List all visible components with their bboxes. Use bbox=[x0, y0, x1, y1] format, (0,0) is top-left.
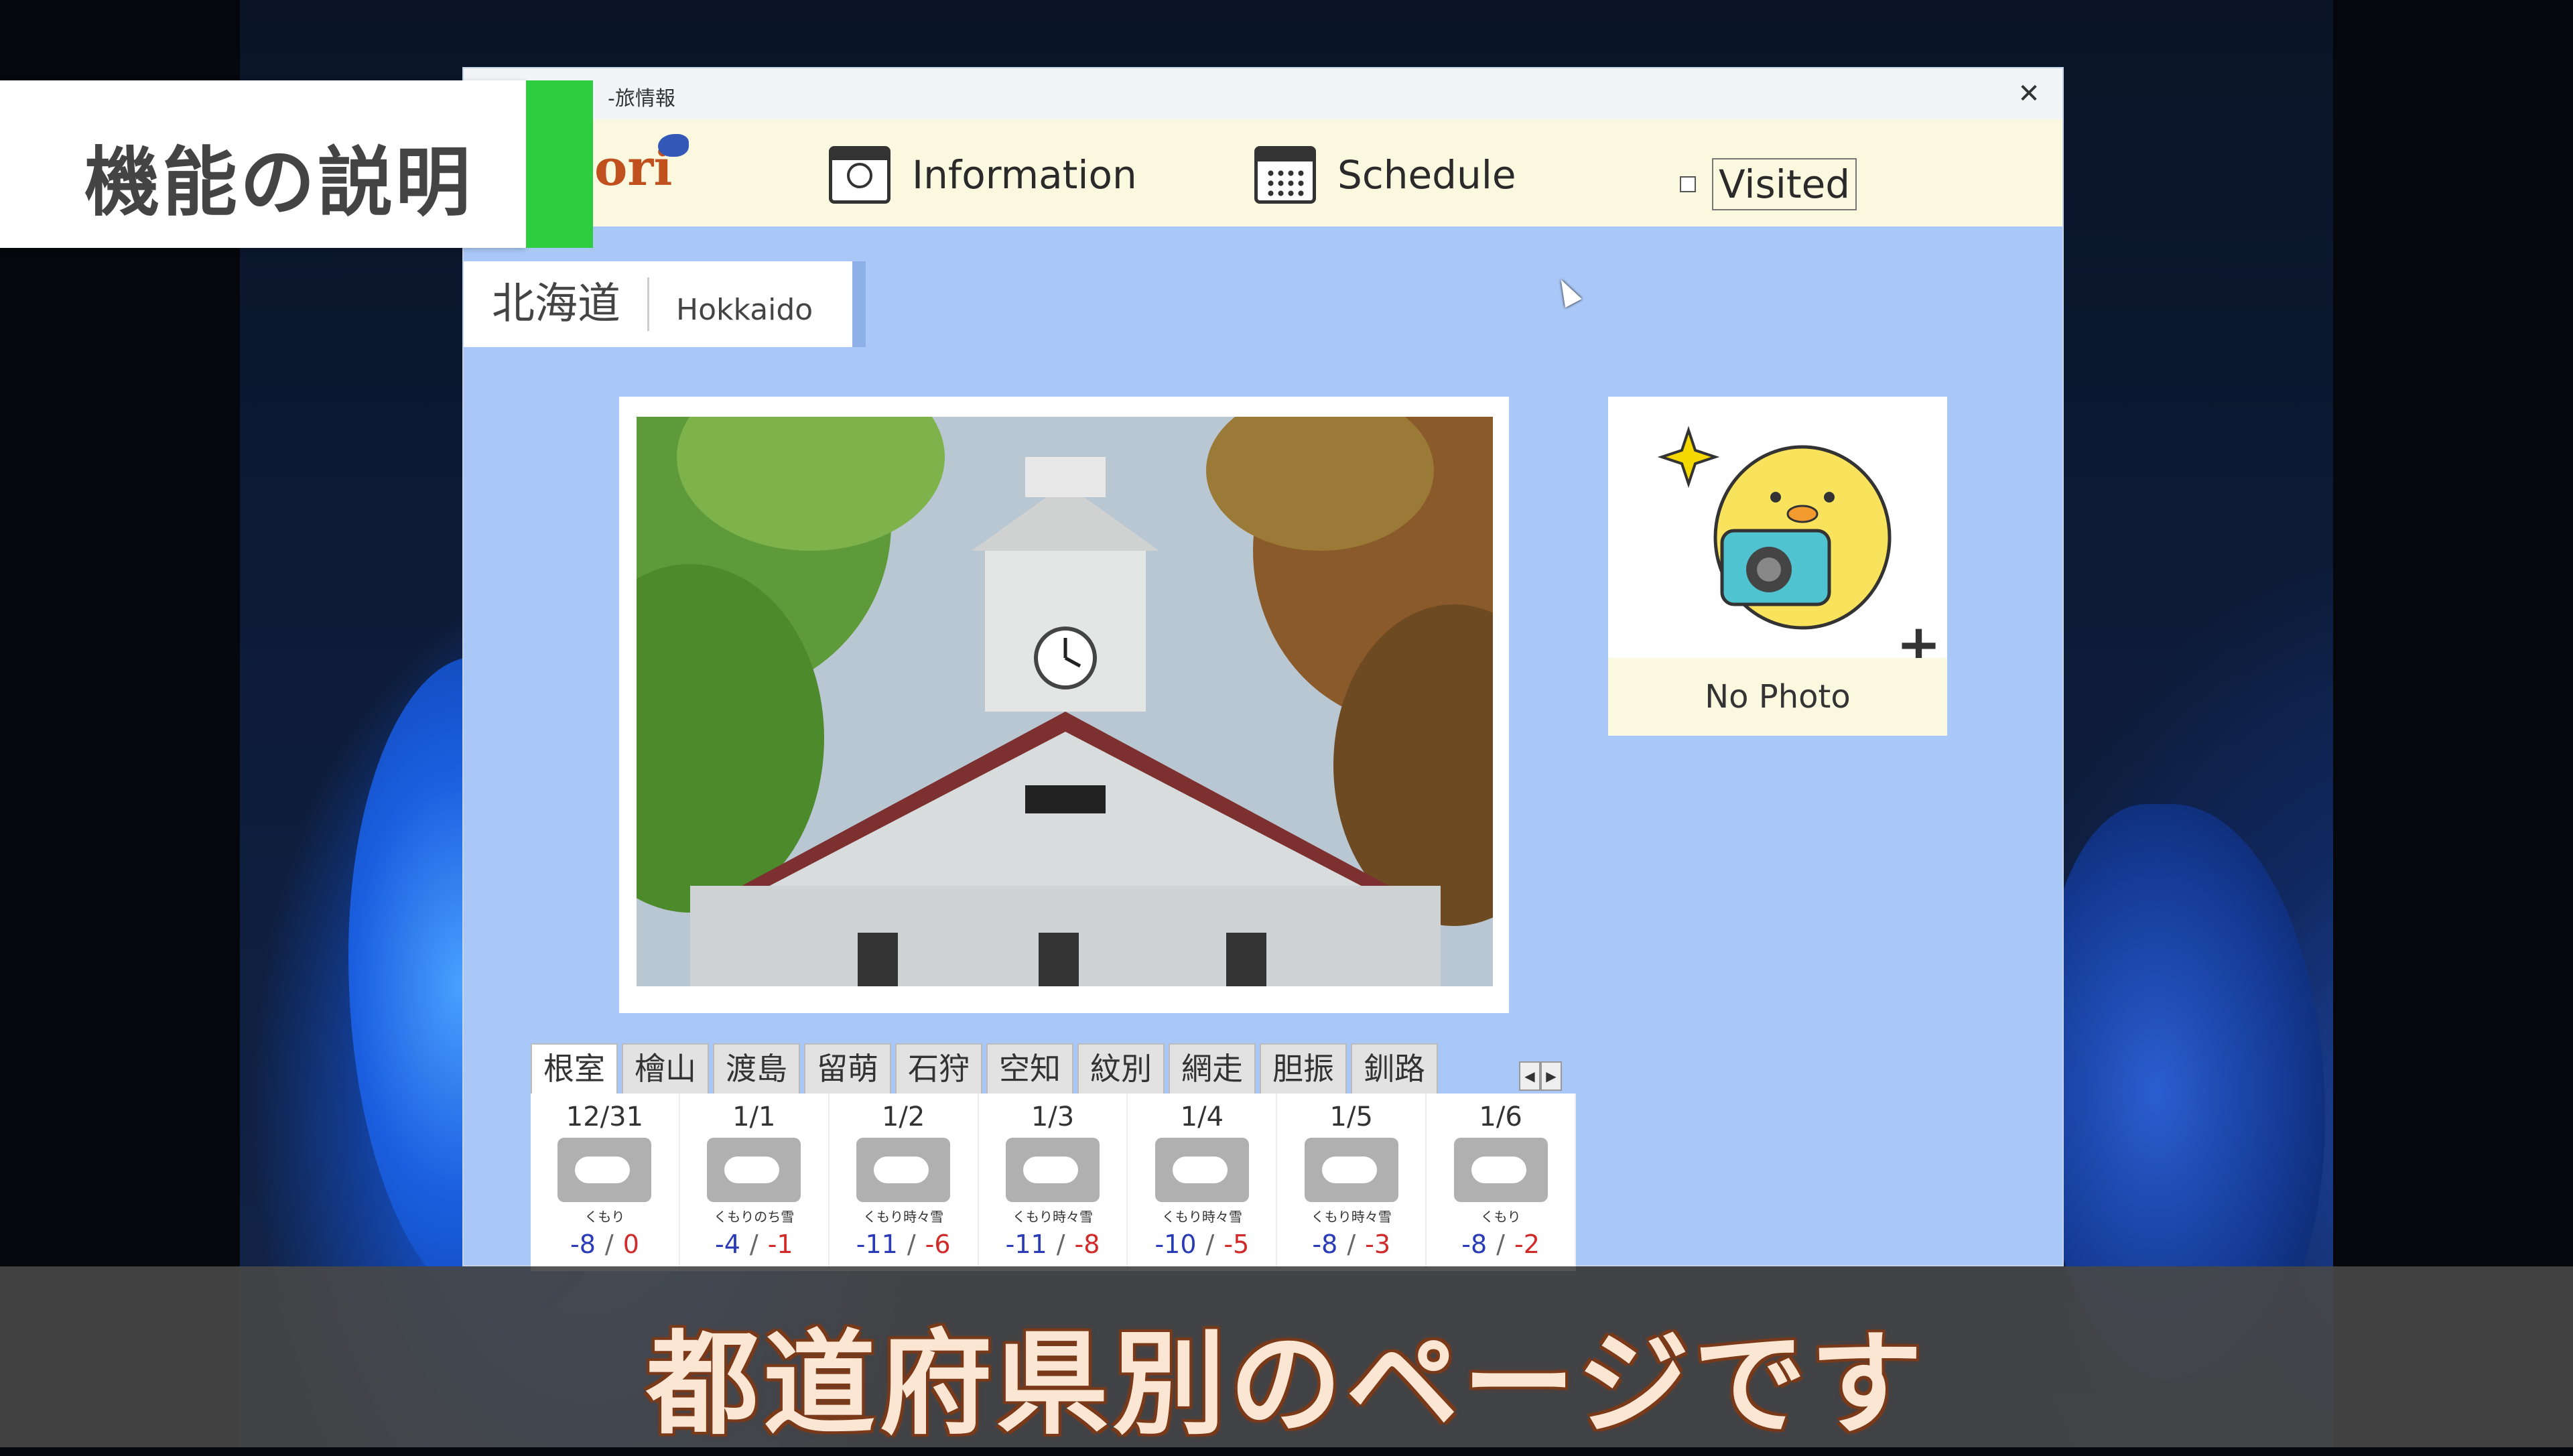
region-tab[interactable]: 胆振 bbox=[1260, 1043, 1347, 1094]
temp-separator: / bbox=[1347, 1230, 1356, 1259]
temp-low: -8 bbox=[1461, 1230, 1488, 1259]
temp-separator: / bbox=[1205, 1230, 1215, 1259]
close-button[interactable]: ✕ bbox=[2010, 75, 2048, 113]
main-photo bbox=[637, 417, 1493, 986]
cloud-snow-icon bbox=[1304, 1138, 1398, 1202]
temp-high: -3 bbox=[1365, 1230, 1391, 1259]
information-button[interactable]: Information bbox=[829, 146, 1137, 204]
prefecture-name-jp: 北海道 bbox=[492, 277, 649, 331]
weather-forecast: 12/31 くもり -8 / 0 1/1 くもりのち雪 -4 / -1 1/2 くもり時… bbox=[531, 1094, 1577, 1271]
cloud-snow-icon bbox=[856, 1138, 951, 1202]
forecast-day: 1/1 くもりのち雪 -4 / -1 bbox=[680, 1094, 830, 1271]
visited-label: Visited bbox=[1712, 158, 1857, 210]
forecast-condition: くもり時々雪 bbox=[1012, 1209, 1093, 1225]
temp-high: -5 bbox=[1224, 1230, 1250, 1259]
temp-low: -4 bbox=[714, 1230, 740, 1259]
forecast-condition: くもり時々雪 bbox=[863, 1209, 944, 1225]
region-tab[interactable]: 檜山 bbox=[622, 1043, 709, 1094]
forecast-condition: くもり時々雪 bbox=[1161, 1209, 1242, 1225]
temp-separator: / bbox=[907, 1230, 916, 1259]
visited-toggle[interactable]: Visited bbox=[1680, 158, 1857, 210]
temp-separator: / bbox=[749, 1230, 758, 1259]
region-tab[interactable]: 留萌 bbox=[804, 1043, 891, 1094]
region-tab[interactable]: 釧路 bbox=[1351, 1043, 1438, 1094]
forecast-date: 1/4 bbox=[1180, 1102, 1224, 1132]
forecast-condition: くもり時々雪 bbox=[1311, 1209, 1392, 1225]
temp-separator: / bbox=[1496, 1230, 1505, 1259]
caption-text: 都道府県別のページです bbox=[646, 1319, 1927, 1450]
globe-icon bbox=[829, 146, 890, 204]
forecast-day: 1/6 くもり -8 / -2 bbox=[1427, 1094, 1577, 1271]
information-label: Information bbox=[912, 152, 1137, 198]
schedule-button[interactable]: Schedule bbox=[1254, 146, 1516, 204]
cloud-icon bbox=[1453, 1138, 1548, 1202]
temp-high: -8 bbox=[1074, 1230, 1100, 1259]
caption-band: 都道府県別のページです bbox=[0, 1266, 2573, 1450]
logo-bird-icon bbox=[658, 134, 689, 157]
temp-low: -8 bbox=[570, 1230, 596, 1259]
region-tab[interactable]: 網走 bbox=[1169, 1043, 1256, 1094]
temp-separator: / bbox=[604, 1230, 614, 1259]
forecast-condition: くもり bbox=[1480, 1209, 1521, 1225]
temp-low: -11 bbox=[856, 1230, 898, 1259]
function-description-label: 機能の説明 bbox=[0, 80, 593, 248]
forecast-day: 1/2 くもり時々雪 -11 / -6 bbox=[830, 1094, 979, 1271]
main-photo-frame bbox=[619, 397, 1509, 1013]
add-photo-card[interactable]: + No Photo bbox=[1608, 397, 1947, 736]
cloud-snow-icon bbox=[1154, 1138, 1249, 1202]
temp-low: -8 bbox=[1312, 1230, 1338, 1259]
region-tab[interactable]: 紋別 bbox=[1077, 1043, 1165, 1094]
region-tab[interactable]: 石狩 bbox=[895, 1043, 982, 1094]
function-description-text: 機能の説明 bbox=[84, 139, 473, 226]
schedule-label: Schedule bbox=[1337, 152, 1516, 198]
prefecture-name-en: Hokkaido bbox=[676, 292, 813, 327]
forecast-date: 1/2 bbox=[881, 1102, 925, 1132]
tab-scroll-right-button[interactable]: ▶ bbox=[1540, 1061, 1562, 1091]
forecast-condition: くもり bbox=[584, 1209, 625, 1225]
region-tab[interactable]: 根室 bbox=[531, 1043, 618, 1094]
cloud-snow-icon bbox=[1006, 1138, 1100, 1202]
temp-high: -6 bbox=[925, 1230, 951, 1259]
visited-checkbox[interactable] bbox=[1680, 176, 1696, 192]
temp-low: -11 bbox=[1005, 1230, 1047, 1259]
no-photo-label: No Photo bbox=[1608, 658, 1947, 736]
cloud-snow-icon bbox=[707, 1138, 801, 1202]
app-window: -旅情報 ✕ ori Information Schedule Visited … bbox=[462, 67, 2064, 1271]
forecast-date: 1/6 bbox=[1479, 1102, 1522, 1132]
region-tab[interactable]: 渡島 bbox=[713, 1043, 800, 1094]
title-bar: -旅情報 ✕ bbox=[464, 68, 2062, 119]
window-title: -旅情報 bbox=[608, 87, 675, 111]
forecast-day: 12/31 くもり -8 / 0 bbox=[531, 1094, 680, 1271]
function-accent-bar bbox=[526, 80, 593, 248]
prefecture-header: 北海道 Hokkaido bbox=[464, 261, 852, 347]
toolbar: ori Information Schedule Visited bbox=[464, 119, 2062, 226]
temp-high: 0 bbox=[622, 1230, 639, 1259]
region-tab[interactable]: 空知 bbox=[986, 1043, 1073, 1094]
temp-low: -10 bbox=[1154, 1230, 1197, 1259]
tab-scroll-left-button[interactable]: ◀ bbox=[1519, 1061, 1540, 1091]
temp-separator: / bbox=[1056, 1230, 1065, 1259]
region-tabs: 根室 檜山 渡島 留萌 石狩 空知 紋別 網走 胆振 釧路 bbox=[531, 1043, 1442, 1094]
cloud-icon bbox=[557, 1138, 652, 1202]
temp-high: -2 bbox=[1514, 1230, 1540, 1259]
tab-scroll-arrows: ◀ ▶ bbox=[1519, 1061, 1562, 1091]
forecast-condition: くもりのち雪 bbox=[714, 1209, 795, 1225]
calendar-icon bbox=[1254, 146, 1316, 204]
forecast-day: 1/4 くもり時々雪 -10 / -5 bbox=[1128, 1094, 1278, 1271]
forecast-day: 1/5 くもり時々雪 -8 / -3 bbox=[1277, 1094, 1427, 1271]
forecast-date: 1/3 bbox=[1031, 1102, 1075, 1132]
temp-high: -1 bbox=[767, 1230, 793, 1259]
forecast-date: 12/31 bbox=[566, 1102, 644, 1132]
clock-tower-photo bbox=[637, 417, 1493, 986]
forecast-day: 1/3 くもり時々雪 -11 / -8 bbox=[979, 1094, 1128, 1271]
forecast-date: 1/5 bbox=[1329, 1102, 1373, 1132]
forecast-date: 1/1 bbox=[732, 1102, 776, 1132]
